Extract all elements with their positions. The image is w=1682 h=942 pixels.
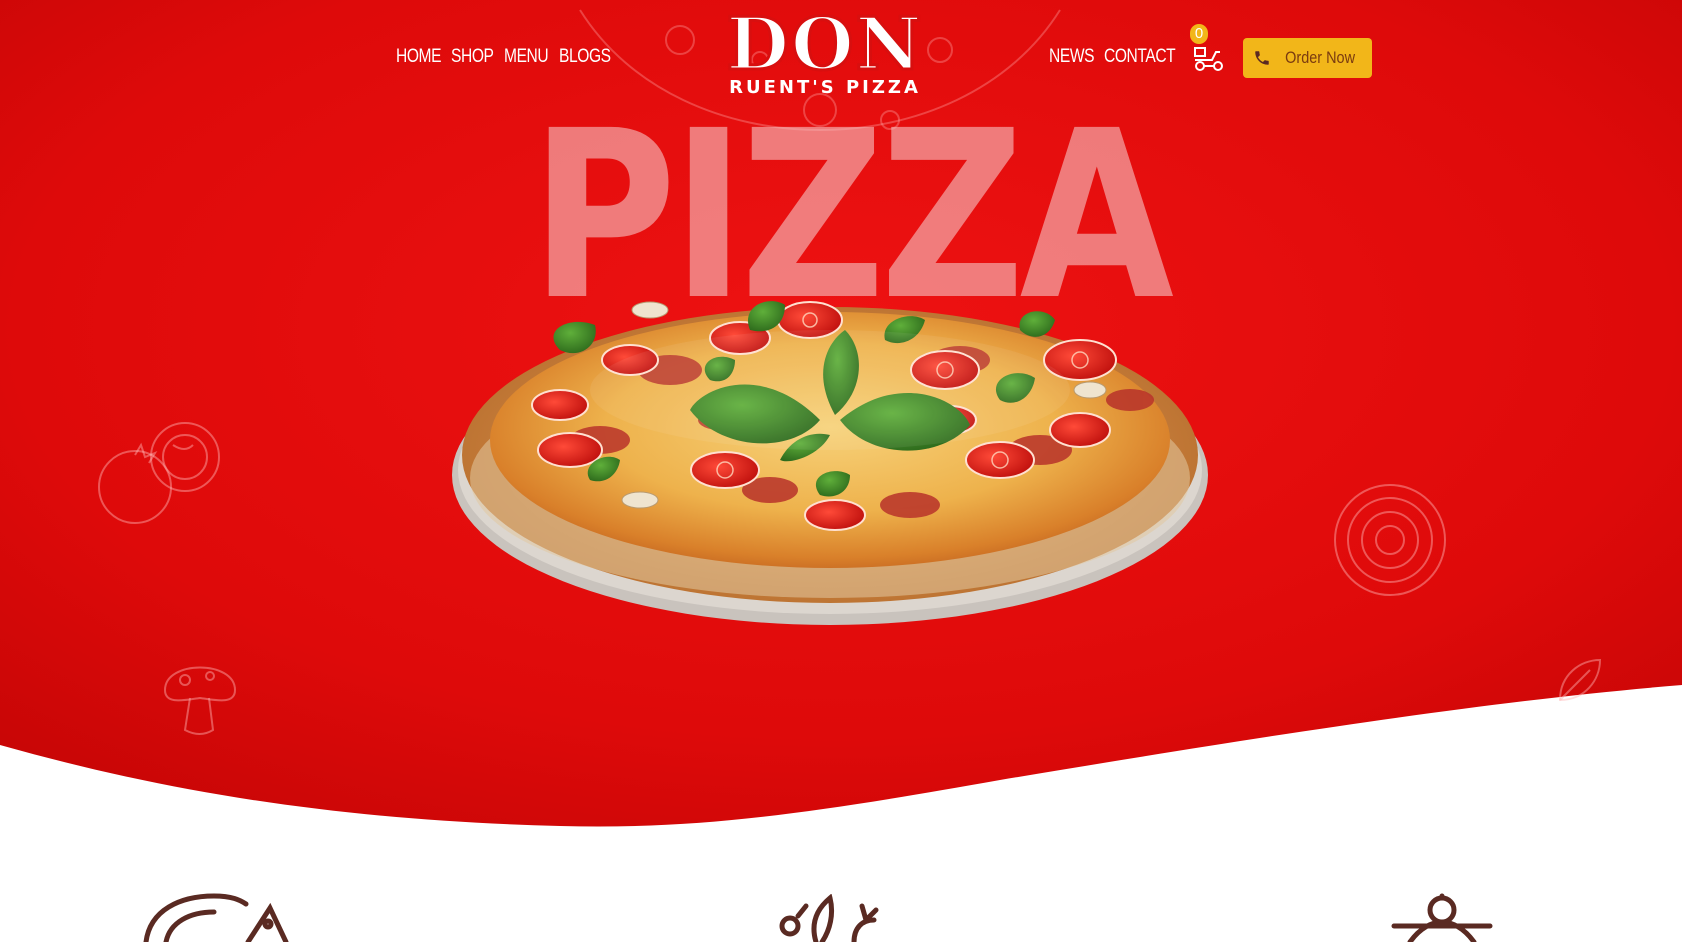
pizza-image bbox=[452, 301, 1208, 625]
hero-section: HOME SHOP MENU BLOGS DON RUENT'S PIZZA N… bbox=[0, 0, 1682, 942]
phone-icon bbox=[1255, 51, 1270, 65]
order-now-button[interactable]: Order Now bbox=[1243, 38, 1372, 78]
chef-hat-icon bbox=[1391, 893, 1493, 942]
nav-news[interactable]: NEWS bbox=[1049, 46, 1095, 68]
vegetables-icon bbox=[779, 894, 879, 942]
pizza-doodle bbox=[1334, 484, 1446, 596]
order-now-label: Order Now bbox=[1285, 48, 1356, 67]
features-section bbox=[0, 870, 1682, 942]
delivery-scooter-icon bbox=[1194, 47, 1223, 71]
logo-main-text: DON bbox=[725, 1, 924, 86]
mushroom-doodle bbox=[163, 666, 237, 735]
nav-contact[interactable]: CONTACT bbox=[1104, 46, 1176, 68]
leaf-doodle bbox=[1558, 658, 1602, 702]
pizza-slice-icon bbox=[143, 893, 289, 942]
page: HOME SHOP MENU BLOGS DON RUENT'S PIZZA N… bbox=[0, 0, 1682, 942]
nav-blogs[interactable]: BLOGS bbox=[559, 46, 611, 68]
nav-home[interactable]: HOME bbox=[396, 46, 442, 68]
tomato-doodle bbox=[98, 422, 220, 524]
cart-count-badge: 0 bbox=[1190, 24, 1208, 44]
cart-button[interactable]: 0 bbox=[1190, 24, 1226, 74]
nav-menu[interactable]: MENU bbox=[504, 46, 549, 68]
nav-shop[interactable]: SHOP bbox=[451, 46, 494, 68]
